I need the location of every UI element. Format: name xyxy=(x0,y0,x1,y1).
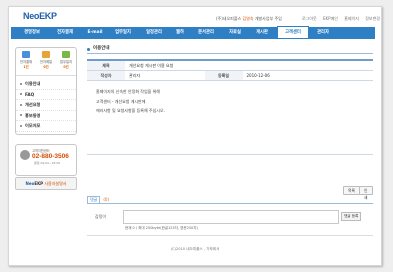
sidebar-item-video[interactable]: 홍보동영 xyxy=(16,111,76,121)
top-links: 로그아웃 EKP메인 홈페이지 정보변경 xyxy=(297,16,380,22)
user-position: 개발사업부 주임 xyxy=(254,16,282,21)
footer-copyright: (C)2010 네오피플스 , 가뿌레서 xyxy=(170,247,220,251)
stat-worklog[interactable]: 업무일지 0건 xyxy=(57,51,75,69)
main-nav: 경영정보 전자결재 E-mail 업무일지 일정관리 웹하 문서관리 자료실 게… xyxy=(11,26,375,39)
nav-item-admin[interactable]: 관리자 xyxy=(311,27,335,38)
comment-input[interactable] xyxy=(123,210,339,224)
homepage-link[interactable]: 홈페이지 xyxy=(344,16,359,21)
nav-underline xyxy=(11,38,375,39)
sidebar-item-faq[interactable]: FAQ xyxy=(16,90,76,100)
ekp-main-link[interactable]: EKP메인 xyxy=(323,16,338,21)
nav-item-worklog[interactable]: 업무일지 xyxy=(109,27,137,38)
support-center-box: 고객지원센터 02-880-3506 평일 09:00~18:00 xyxy=(15,144,77,176)
comment-char-count: 현재 0 / 최대 250byte(한글125자, 영문250자) xyxy=(125,226,198,230)
date-value: 2010-12-06 xyxy=(242,70,373,81)
worklog-icon xyxy=(62,51,70,58)
nav-item-management[interactable]: 경영정보 xyxy=(17,27,47,38)
phone-icon xyxy=(20,150,30,160)
mail-icon xyxy=(42,51,50,58)
post-info-table: 제목 개선요청 게시판 이용 요청 작성자 관리자 등록일 2010-12-06 xyxy=(87,59,373,81)
author-value: 관리자 xyxy=(125,70,205,81)
subject-label: 제목 xyxy=(87,59,125,71)
print-button[interactable]: 인쇄 xyxy=(359,186,373,200)
nav-item-email[interactable]: E-mail xyxy=(83,27,107,38)
nav-item-documents[interactable]: 문서관리 xyxy=(191,27,221,38)
author-label: 작성자 xyxy=(87,70,125,81)
user-info: (주)네오피플스 김영숙 개발사업부 주임 xyxy=(216,16,282,22)
nav-item-webhard[interactable]: 웹하 xyxy=(171,27,189,38)
sidebar-item-guide[interactable]: 이용안내 xyxy=(16,79,76,90)
comment-divider xyxy=(87,203,373,204)
manual-banner[interactable]: NeoEKP 사용자설명서 xyxy=(15,177,77,190)
date-label: 등록일 xyxy=(204,70,243,81)
support-phone: 02-880-3506 xyxy=(32,153,69,160)
sidebar-panel: 전자결재 1건 전자메일 0건 업무일지 0건 이용안내 FAQ 개선요청 홍보… xyxy=(15,47,77,135)
user-name: 김영숙 xyxy=(242,16,254,21)
sidebar-menu: 이용안내 FAQ 개선요청 홍보동영 이모저모 xyxy=(16,76,76,134)
post-body: 홈페이지의 신속한 안정화 작업을 위해 고객센터 - 개선요청 게시판에 에러… xyxy=(96,89,165,113)
section-title: 이용안내 xyxy=(87,45,373,54)
sidebar-item-misc[interactable]: 이모저모 xyxy=(16,121,76,132)
summary-stats: 전자결재 1건 전자메일 0건 업무일지 0건 xyxy=(16,48,76,76)
page-frame: NeoEKP (주)네오피플스 김영숙 개발사업부 주임 로그아웃 EKP메인 … xyxy=(8,6,382,266)
logout-link[interactable]: 로그아웃 xyxy=(302,16,317,21)
comment-submit-button[interactable]: 댓글 등록 xyxy=(341,212,362,221)
body-divider xyxy=(87,154,373,155)
list-button[interactable]: 목록 xyxy=(343,186,360,195)
stat-email[interactable]: 전자메일 0건 xyxy=(37,51,55,69)
stat-approval[interactable]: 전자결재 1건 xyxy=(17,51,35,69)
comment-count: (0) xyxy=(103,197,110,202)
user-org: (주)네오피플스 xyxy=(216,16,242,21)
subject-value: 개선요청 게시판 이용 요청 xyxy=(125,59,373,71)
approval-icon xyxy=(22,51,30,58)
nav-item-schedule[interactable]: 일정관리 xyxy=(139,27,169,38)
comment-bottom-divider xyxy=(87,235,373,236)
sidebar-item-request[interactable]: 개선요청 xyxy=(16,100,76,111)
nav-item-archive[interactable]: 자료실 xyxy=(223,27,247,38)
main-content: 이용안내 제목 개선요청 게시판 이용 요청 작성자 관리자 등록일 2010-… xyxy=(87,45,373,236)
profile-link[interactable]: 정보변경 xyxy=(365,16,380,21)
nav-item-board[interactable]: 게시판 xyxy=(249,27,275,38)
comment-author-label: 감정이 xyxy=(95,214,107,219)
logo[interactable]: NeoEKP xyxy=(23,11,57,21)
nav-item-approval[interactable]: 전자결재 xyxy=(49,27,81,38)
